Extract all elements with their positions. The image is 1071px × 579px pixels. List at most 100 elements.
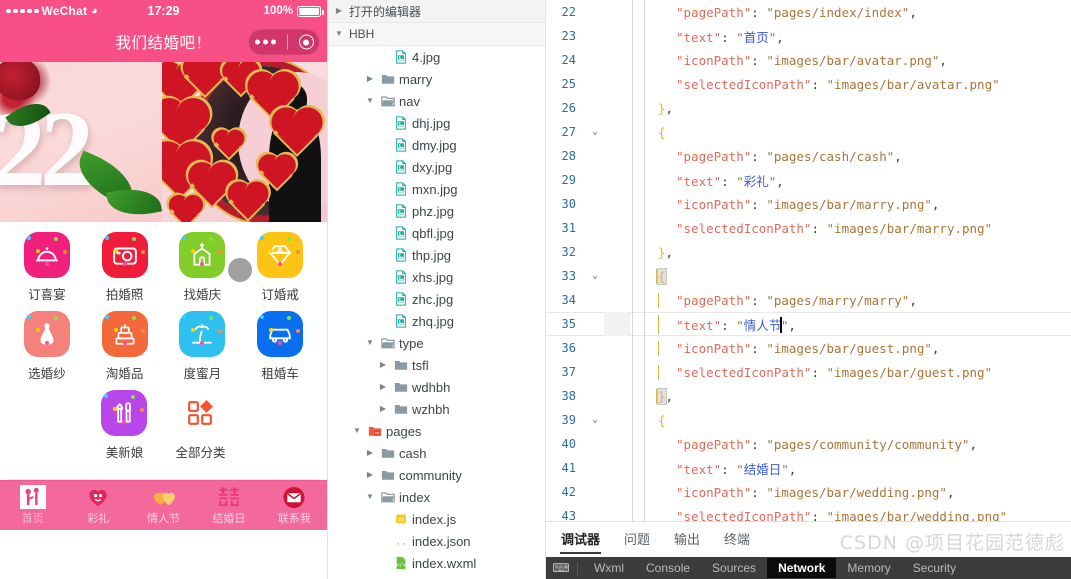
code-text[interactable]: "selectedIconPath": "images/bar/marry.pn… <box>648 221 992 236</box>
inspect-element-icon[interactable]: ⌨ <box>550 561 572 575</box>
open-editors-section[interactable]: ▶ 打开的编辑器 <box>328 0 545 23</box>
code-line[interactable]: 43 "selectedIconPath": "images/bar/weddin… <box>546 504 1071 521</box>
code-text[interactable]: "iconPath": "images/bar/guest.png", <box>648 340 939 356</box>
tree-item-cash[interactable]: ▶ cash <box>328 442 545 464</box>
code-text[interactable]: "text": "情人节", <box>648 314 796 334</box>
tree-item-wzhbh[interactable]: ▶ wzhbh <box>328 398 545 420</box>
tree-item-pages[interactable]: ▼ <> pages <box>328 420 545 442</box>
code-text[interactable]: "iconPath": "images/bar/marry.png", <box>648 197 939 212</box>
tree-item-4-jpg[interactable]: 4.jpg <box>328 46 545 68</box>
chevron-right-icon[interactable]: ▶ <box>364 75 376 83</box>
chevron-right-icon[interactable]: ▶ <box>333 7 345 15</box>
category-item-camera[interactable]: 拍婚照 <box>86 232 164 303</box>
tree-item-index[interactable]: ▼ index <box>328 486 545 508</box>
devtools-tab-memory[interactable]: Memory <box>836 558 901 578</box>
code-line[interactable]: 38}, <box>546 384 1071 408</box>
code-text[interactable]: "iconPath": "images/bar/avatar.png", <box>648 53 947 68</box>
all-categories-icon[interactable] <box>177 390 223 436</box>
code-line[interactable]: 28 "pagePath": "pages/cash/cash", <box>546 144 1071 168</box>
tree-item-nav[interactable]: ▼ nav <box>328 90 545 112</box>
code-text[interactable]: "pagePath": "pages/index/index", <box>648 5 917 20</box>
devtools-tab-network[interactable]: Network <box>767 558 837 578</box>
code-editor[interactable]: 22 "pagePath": "pages/index/index", 23 "tex… <box>546 0 1071 521</box>
chevron-down-icon[interactable]: ▼ <box>351 427 363 435</box>
code-line[interactable]: 34 "pagePath": "pages/marry/marry", <box>546 288 1071 312</box>
wechat-capsule-button[interactable] <box>248 28 320 56</box>
tree-item-qbfl-jpg[interactable]: qbfl.jpg <box>328 222 545 244</box>
tab-double-heart[interactable]: 情人节 <box>131 485 196 526</box>
panel-tab-调试器[interactable]: 调试器 <box>560 525 602 554</box>
wedding-dress-icon[interactable] <box>23 311 70 357</box>
panel-tab-输出[interactable]: 输出 <box>673 525 701 554</box>
tree-item-index-json[interactable]: {..} index.json <box>328 530 545 552</box>
tab-home-hearts[interactable]: 首页 <box>0 485 65 526</box>
tree-item-dhj-jpg[interactable]: dhj.jpg <box>328 112 545 134</box>
code-text[interactable]: "pagePath": "pages/cash/cash", <box>648 149 902 164</box>
code-line[interactable]: 22 "pagePath": "pages/index/index", <box>546 0 1071 24</box>
category-item-makeup[interactable]: 美新娘 <box>101 390 148 461</box>
chevron-down-icon[interactable]: ▼ <box>364 339 376 347</box>
car-icon[interactable] <box>257 311 304 357</box>
tree-item-dxy-jpg[interactable]: dxy.jpg <box>328 156 545 178</box>
devtools-tab-wxml[interactable]: Wxml <box>583 558 635 578</box>
code-text[interactable]: "selectedIconPath": "images/bar/avatar.p… <box>648 77 1000 92</box>
code-line[interactable]: 32}, <box>546 240 1071 264</box>
close-miniprogram-icon[interactable] <box>298 34 314 50</box>
chevron-right-icon[interactable]: ▶ <box>364 449 376 457</box>
code-text[interactable]: }, <box>648 101 673 116</box>
category-item-diamond-ring[interactable]: 订婚戒 <box>241 232 319 303</box>
fold-chevron-down-icon[interactable]: ⌄ <box>586 127 604 137</box>
code-line[interactable]: 24 "iconPath": "images/bar/avatar.png", <box>546 48 1071 72</box>
more-menu-icon[interactable] <box>254 39 276 45</box>
code-line[interactable]: 36 "iconPath": "images/bar/guest.png", <box>546 336 1071 360</box>
chevron-down-icon[interactable]: ▼ <box>333 30 345 38</box>
code-line[interactable]: 26}, <box>546 96 1071 120</box>
tab-heart-couple[interactable]: 彩礼 <box>65 485 130 526</box>
banner-carousel[interactable]: 22 <box>0 62 327 222</box>
wedding-cake-icon[interactable] <box>101 311 148 357</box>
code-text[interactable]: "pagePath": "pages/marry/marry", <box>648 292 917 308</box>
chevron-right-icon[interactable]: ▶ <box>364 471 376 479</box>
code-line[interactable]: 37 "selectedIconPath": "images/bar/guest.… <box>546 360 1071 384</box>
diamond-ring-icon[interactable] <box>257 232 304 278</box>
tree-item-marry[interactable]: ▶ marry <box>328 68 545 90</box>
code-text[interactable]: "text": "首页", <box>648 27 784 46</box>
devtools-tab-sources[interactable]: Sources <box>701 558 767 578</box>
code-text[interactable]: "iconPath": "images/bar/wedding.png", <box>648 485 954 500</box>
category-item-wedding-dress[interactable]: 选婚纱 <box>8 311 86 382</box>
tree-item-dmy-jpg[interactable]: dmy.jpg <box>328 134 545 156</box>
code-line[interactable]: 40 "pagePath": "pages/community/community… <box>546 432 1071 456</box>
code-text[interactable]: "selectedIconPath": "images/bar/wedding.… <box>648 509 1007 522</box>
mail-icon[interactable] <box>281 485 307 509</box>
code-text[interactable]: }, <box>648 387 673 405</box>
makeup-icon[interactable] <box>101 390 148 436</box>
palm-island-icon[interactable] <box>179 311 226 357</box>
tree-item-community[interactable]: ▶ community <box>328 464 545 486</box>
tree-item-xhs-jpg[interactable]: xhs.jpg <box>328 266 545 288</box>
fold-chevron-down-icon[interactable]: ⌄ <box>586 415 604 425</box>
code-lines[interactable]: 22 "pagePath": "pages/index/index", 23 "tex… <box>546 0 1071 521</box>
code-text[interactable]: { <box>648 267 667 285</box>
church-icon[interactable] <box>179 232 226 278</box>
code-line[interactable]: 39 ⌄ { <box>546 408 1071 432</box>
code-text[interactable]: { <box>648 125 666 140</box>
code-line[interactable]: 42 "iconPath": "images/bar/wedding.png", <box>546 480 1071 504</box>
chevron-right-icon[interactable]: ▶ <box>377 405 389 413</box>
banner-slide-anniversary[interactable]: 22 <box>0 62 162 222</box>
tree-item-type[interactable]: ▼ type <box>328 332 545 354</box>
chevron-right-icon[interactable]: ▶ <box>377 361 389 369</box>
double-heart-icon[interactable] <box>151 485 177 509</box>
chevron-right-icon[interactable]: ▶ <box>377 383 389 391</box>
chevron-down-icon[interactable]: ▼ <box>364 97 376 105</box>
category-item-wedding-cake[interactable]: 淘婚品 <box>86 311 164 382</box>
panel-tab-终端[interactable]: 终端 <box>723 525 751 554</box>
tree-item-tsfl[interactable]: ▶ tsfl <box>328 354 545 376</box>
panel-tab-问题[interactable]: 问题 <box>623 525 651 554</box>
devtools-tab-security[interactable]: Security <box>902 558 967 578</box>
project-section[interactable]: ▼ HBH <box>328 23 545 46</box>
code-line[interactable]: 25 "selectedIconPath": "images/bar/avatar… <box>546 72 1071 96</box>
tree-item-index-js[interactable]: JS index.js <box>328 508 545 530</box>
code-text[interactable]: "pagePath": "pages/community/community", <box>648 437 977 452</box>
code-text[interactable]: "text": "彩礼", <box>648 171 784 190</box>
code-line[interactable]: 31 "selectedIconPath": "images/bar/marry.… <box>546 216 1071 240</box>
